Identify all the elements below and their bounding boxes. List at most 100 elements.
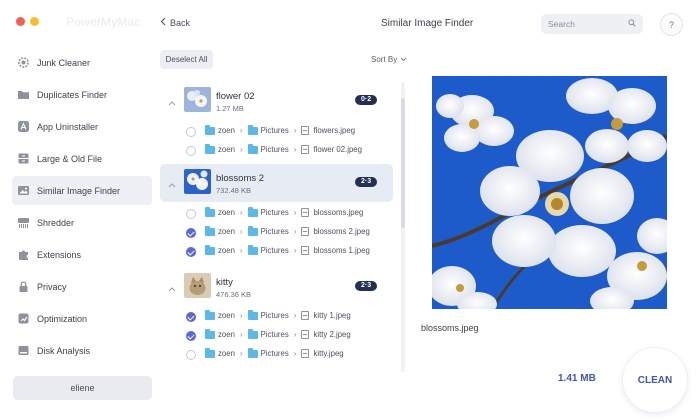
file-icon xyxy=(301,145,310,154)
image-group-row[interactable]: kitty 476.36 KB 2·3 xyxy=(160,268,393,306)
path-user: zoen xyxy=(218,349,235,358)
app-brand: PowerMyMac xyxy=(66,15,141,29)
image-preview xyxy=(432,76,667,309)
help-button[interactable]: ? xyxy=(660,13,683,36)
file-path: zoen › Pictures › kitty 2.jpeg xyxy=(205,328,351,339)
file-row[interactable]: zoen › Pictures › flower 02.jpeg xyxy=(160,142,393,161)
image-group-row[interactable]: flower 02 1.27 MB 0·2 xyxy=(160,82,393,120)
sidebar-item-duplicates-finder[interactable]: Duplicates Finder xyxy=(12,80,152,109)
sidebar-item-shredder[interactable]: Shredder xyxy=(12,208,152,237)
file-checkbox[interactable] xyxy=(186,228,196,238)
file-row[interactable]: zoen › Pictures › kitty 2.jpeg xyxy=(160,327,393,346)
group-size: 476.36 KB xyxy=(216,290,252,299)
chevron-right-icon: › xyxy=(293,311,297,320)
file-row[interactable]: zoen › Pictures › kitty.jpeg xyxy=(160,346,393,365)
selection-count-badge: 2·3 xyxy=(355,281,378,291)
file-checkbox[interactable] xyxy=(186,127,196,137)
folder-icon xyxy=(205,206,215,217)
group-size: 1.27 MB xyxy=(216,104,244,113)
folder-icon xyxy=(17,88,30,101)
file-icon xyxy=(301,349,310,358)
cabinet-icon xyxy=(17,152,30,165)
search-box[interactable] xyxy=(541,14,643,34)
sidebar-item-junk-cleaner[interactable]: Junk Cleaner xyxy=(12,48,152,77)
file-checkbox[interactable] xyxy=(186,209,196,219)
clean-button[interactable]: CLEAN xyxy=(622,347,688,413)
path-file: blossoms 2.jpeg xyxy=(313,227,370,236)
file-row[interactable]: zoen › Pictures › flowers.jpeg xyxy=(160,123,393,142)
list-scrollbar[interactable] xyxy=(401,82,405,372)
chevron-right-icon: › xyxy=(293,145,297,154)
sidebar-item-optimization[interactable]: Optimization xyxy=(12,304,152,333)
minimize-window-button[interactable] xyxy=(30,17,39,26)
chevron-right-icon: › xyxy=(239,330,243,339)
sidebar-item-similar-image-finder[interactable]: Similar Image Finder xyxy=(12,176,152,205)
folder-icon xyxy=(205,225,215,236)
file-row[interactable]: zoen › Pictures › blossoms 1.jpeg xyxy=(160,243,393,262)
file-checkbox[interactable] xyxy=(186,146,196,156)
path-user: zoen xyxy=(218,208,235,217)
file-path: zoen › Pictures › kitty.jpeg xyxy=(205,347,344,358)
file-path: zoen › Pictures › blossoms 1.jpeg xyxy=(205,244,370,255)
chevron-up-icon[interactable] xyxy=(168,98,176,108)
folder-icon xyxy=(205,309,215,320)
folder-icon xyxy=(247,206,258,217)
extensions-icon xyxy=(17,248,30,261)
file-checkbox[interactable] xyxy=(186,312,196,322)
sort-by-dropdown[interactable]: Sort By xyxy=(371,55,407,64)
folder-icon xyxy=(247,309,258,320)
kitty-thumbnail xyxy=(184,273,211,298)
path-folder: Pictures xyxy=(260,145,289,154)
list-toolbar: Deselect All Sort By xyxy=(160,50,410,70)
chevron-up-icon[interactable] xyxy=(168,180,176,190)
path-folder: Pictures xyxy=(260,330,289,339)
sidebar-item-large-old-file[interactable]: Large & Old File xyxy=(12,144,152,173)
back-label: Back xyxy=(170,17,191,28)
back-button[interactable]: Back xyxy=(160,17,190,28)
chevron-up-icon[interactable] xyxy=(168,284,176,294)
page-title: Similar Image Finder xyxy=(381,18,474,29)
sidebar-item-extensions[interactable]: Extensions xyxy=(12,240,152,269)
sidebar-item-app-uninstaller[interactable]: App Uninstaller xyxy=(12,112,152,141)
path-folder: Pictures xyxy=(260,246,289,255)
chevron-right-icon: › xyxy=(293,126,297,135)
scrollbar-thumb[interactable] xyxy=(401,98,405,228)
preview-filename: blossoms.jpeg xyxy=(421,323,479,333)
search-input[interactable] xyxy=(548,19,618,29)
path-user: zoen xyxy=(218,330,235,339)
folder-icon xyxy=(205,124,215,135)
folder-icon xyxy=(247,124,258,135)
path-file: kitty.jpeg xyxy=(313,349,344,358)
file-path: zoen › Pictures › flower 02.jpeg xyxy=(205,143,362,154)
sidebar-item-label: Duplicates Finder xyxy=(37,89,108,100)
file-row[interactable]: zoen › Pictures › blossoms.jpeg xyxy=(160,205,393,224)
user-account-button[interactable]: eliene xyxy=(13,376,152,400)
sidebar-item-privacy[interactable]: Privacy xyxy=(12,272,152,301)
file-row[interactable]: zoen › Pictures › blossoms 2.jpeg xyxy=(160,224,393,243)
optimization-icon xyxy=(17,312,30,325)
file-path: zoen › Pictures › flowers.jpeg xyxy=(205,124,355,135)
file-row[interactable]: zoen › Pictures › kitty 1.jpeg xyxy=(160,308,393,327)
file-checkbox[interactable] xyxy=(186,350,196,360)
sidebar-item-label: Privacy xyxy=(37,281,67,292)
chevron-right-icon: › xyxy=(293,227,297,236)
file-checkbox[interactable] xyxy=(186,331,196,341)
selection-count-badge: 2·3 xyxy=(355,177,378,187)
image-group-row[interactable]: blossoms 2 732.48 KB 2·3 xyxy=(160,164,393,202)
top-bar: Back Similar Image Finder ? xyxy=(160,0,700,46)
sidebar-item-label: Disk Analysis xyxy=(37,345,91,356)
file-path: zoen › Pictures › blossoms 2.jpeg xyxy=(205,225,370,236)
sidebar-item-disk-analysis[interactable]: Disk Analysis xyxy=(12,336,152,365)
path-folder: Pictures xyxy=(260,311,289,320)
path-user: zoen xyxy=(218,246,235,255)
path-folder: Pictures xyxy=(260,126,289,135)
folder-icon xyxy=(247,328,258,339)
file-checkbox[interactable] xyxy=(186,247,196,257)
blossoms-thumbnail xyxy=(184,169,211,194)
folder-icon xyxy=(205,328,215,339)
deselect-all-button[interactable]: Deselect All xyxy=(160,50,213,69)
close-window-button[interactable] xyxy=(16,17,25,26)
file-icon xyxy=(301,330,310,339)
sidebar-item-label: Shredder xyxy=(37,217,75,228)
folder-icon xyxy=(247,244,258,255)
